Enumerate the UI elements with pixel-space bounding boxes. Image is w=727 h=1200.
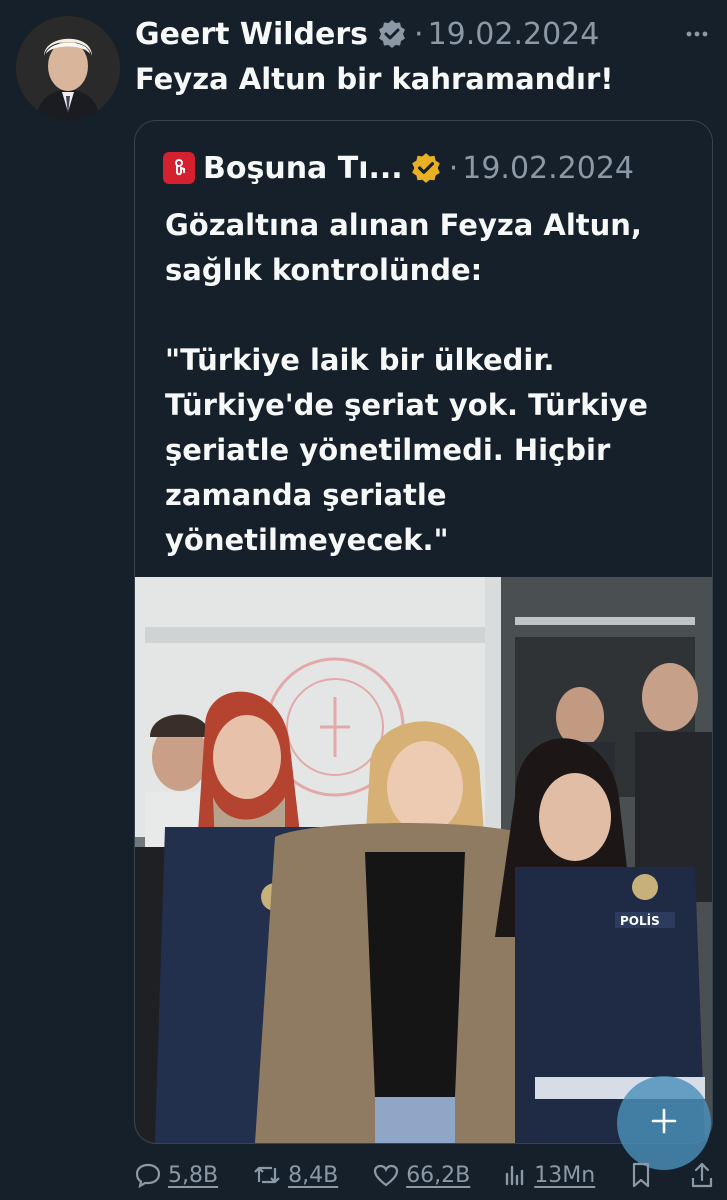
share-icon — [692, 1162, 713, 1188]
quote-header: Boşuna Tı... · 19.02.2024 — [163, 147, 634, 189]
reply-count: 5,8B — [168, 1162, 219, 1188]
more-icon[interactable] — [681, 20, 713, 48]
retweet-button[interactable]: 8,4B — [252, 1162, 338, 1188]
author-avatar[interactable] — [16, 16, 120, 120]
tweet-date[interactable]: 19.02.2024 — [428, 17, 600, 52]
quote-avatar[interactable] — [163, 152, 195, 184]
reply-icon — [135, 1163, 161, 1188]
quote-author-name[interactable]: Boşuna Tı... — [203, 151, 403, 186]
retweet-count: 8,4B — [288, 1162, 339, 1188]
views-icon — [506, 1165, 524, 1186]
like-count: 66,2B — [406, 1162, 471, 1188]
like-button[interactable]: 66,2B — [372, 1162, 470, 1188]
verified-badge-icon[interactable] — [376, 18, 408, 50]
plus-icon — [649, 1106, 679, 1140]
quote-paragraph-1: Gözaltına alınan Feyza Altun, sağlık kon… — [165, 208, 642, 287]
retweet-icon — [254, 1166, 280, 1184]
action-bar: 5,8B 8,4B 66,2B 13Mn — [134, 1155, 714, 1195]
quote-paragraph-2: "Türkiye laik bir ülkedir. Türkiye'de şe… — [165, 343, 648, 557]
heart-icon — [374, 1164, 399, 1187]
bookmark-button[interactable] — [629, 1161, 659, 1189]
bookmark-icon — [633, 1162, 650, 1188]
quote-text: Gözaltına alınan Feyza Altun, sağlık kon… — [165, 203, 695, 608]
tweet-text: Feyza Altun bir kahramandır! — [135, 62, 614, 96]
police-badge-text: POLİS — [620, 913, 660, 928]
separator-dot: · — [414, 16, 424, 52]
gold-verified-badge-icon[interactable] — [409, 151, 443, 185]
quoted-tweet[interactable]: Boşuna Tı... · 19.02.2024 Gözaltına alın… — [134, 120, 713, 1144]
tweet-header: Geert Wilders · 19.02.2024 — [135, 14, 717, 54]
views-button[interactable]: 13Mn — [502, 1162, 595, 1188]
reply-button[interactable]: 5,8B — [134, 1162, 218, 1188]
views-count: 13Mn — [534, 1162, 596, 1188]
author-name[interactable]: Geert Wilders — [135, 17, 368, 52]
quote-date[interactable]: 19.02.2024 — [462, 151, 634, 186]
quote-photo[interactable]: POLİS — [135, 577, 712, 1143]
separator-dot: · — [448, 150, 459, 186]
share-button[interactable] — [689, 1161, 721, 1189]
